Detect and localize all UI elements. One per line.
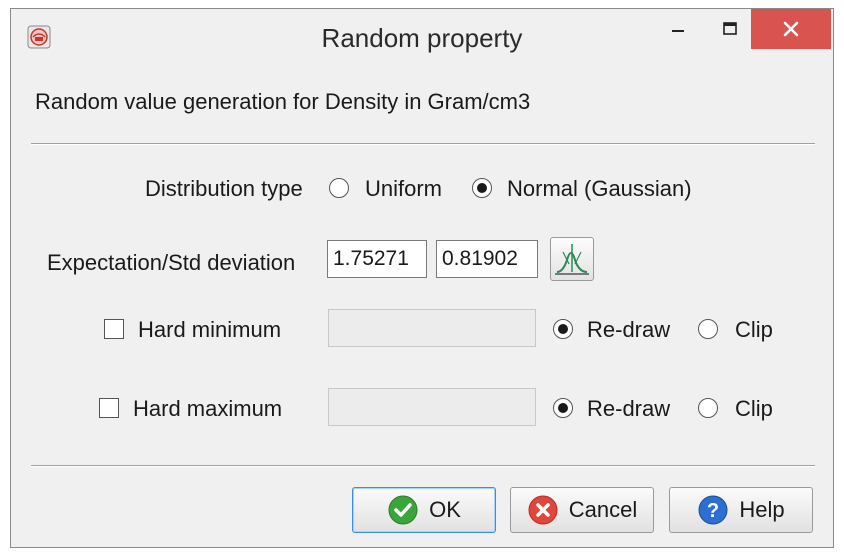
hard-minimum-checkbox[interactable] [104,319,124,339]
ok-label: OK [429,497,461,522]
uniform-label[interactable]: Uniform [365,176,442,202]
hard-maximum-label[interactable]: Hard maximum [133,396,282,422]
hard-maximum-clip-radio[interactable] [698,398,718,418]
normal-gaussian-label[interactable]: Normal (Gaussian) [507,176,692,202]
hard-maximum-clip-label[interactable]: Clip [735,396,773,422]
distribution-chart-icon [555,244,589,275]
minimize-button[interactable] [655,9,701,49]
cancel-button[interactable]: Cancel [510,487,654,533]
close-button[interactable] [751,9,831,49]
help-label: Help [739,497,785,522]
distribution-type-label: Distribution type [145,176,303,201]
hard-maximum-input[interactable] [328,388,536,426]
hard-minimum-redraw-label[interactable]: Re-draw [587,317,670,343]
title-bar[interactable]: Random property [11,9,833,67]
expectation-std-label: Expectation/Std deviation [47,250,296,275]
check-icon [388,495,418,525]
hard-minimum-clip-label[interactable]: Clip [735,317,773,343]
hard-minimum-input[interactable] [328,309,536,347]
ok-button[interactable]: OK [352,487,496,533]
hard-maximum-checkbox[interactable] [99,398,119,418]
hard-minimum-label[interactable]: Hard minimum [138,317,281,343]
std-deviation-input[interactable] [436,240,538,278]
expectation-input[interactable] [327,240,427,278]
top-divider [31,143,815,145]
hard-maximum-redraw-label[interactable]: Re-draw [587,396,670,422]
cancel-label: Cancel [568,497,638,522]
distribution-preview-button[interactable] [550,237,594,281]
help-button[interactable]: ? Help [669,487,813,533]
dialog-window: Random property Random value generation … [10,8,834,548]
hard-maximum-redraw-radio[interactable] [553,398,573,418]
close-icon [783,21,799,37]
hard-minimum-clip-radio[interactable] [698,319,718,339]
minimize-icon [672,30,684,32]
svg-text:?: ? [707,500,719,522]
uniform-radio[interactable] [329,178,349,198]
cancel-icon [528,495,558,525]
normal-gaussian-radio[interactable] [472,178,492,198]
maximize-button[interactable] [707,9,753,49]
bottom-divider [31,465,815,467]
hard-minimum-redraw-radio[interactable] [553,319,573,339]
description-text: Random value generation for Density in G… [35,89,531,114]
maximize-icon [723,22,737,35]
help-icon: ? [698,495,728,525]
